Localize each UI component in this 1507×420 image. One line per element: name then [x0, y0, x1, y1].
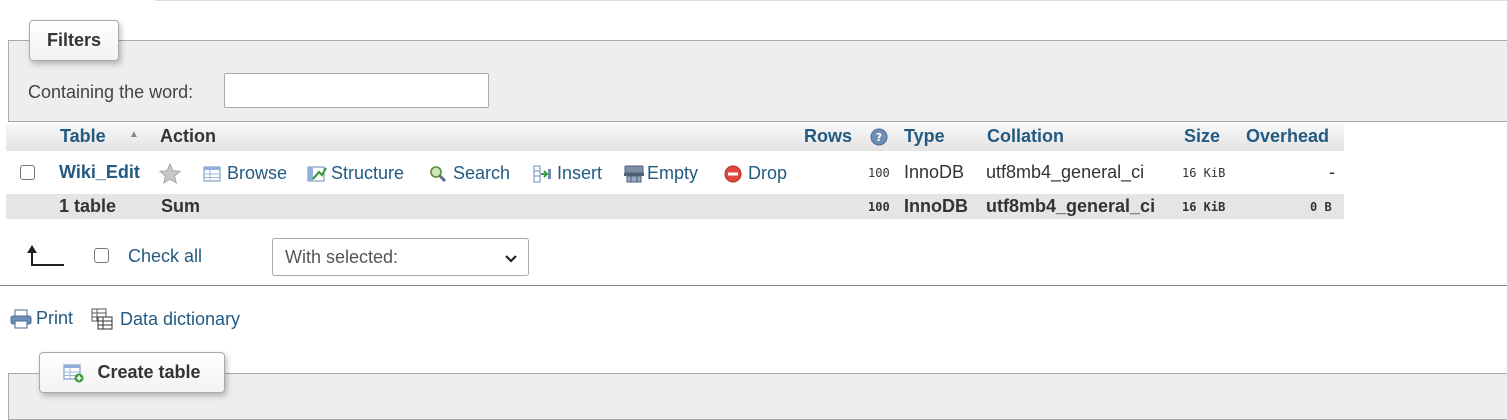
create-table-fieldset — [8, 373, 1507, 420]
sort-asc-icon: ▲ — [129, 129, 139, 140]
browse-label: Browse — [227, 163, 288, 183]
print-label: Print — [36, 308, 74, 328]
drop-action[interactable]: Drop — [724, 163, 787, 184]
top-divider — [155, 0, 1507, 1]
drop-label: Drop — [748, 163, 788, 183]
help-icon[interactable]: ? — [870, 128, 888, 151]
browse-action[interactable]: Browse — [203, 163, 287, 184]
header-rows[interactable]: Rows — [804, 126, 852, 147]
empty-icon — [623, 165, 644, 183]
table-footer: 1 table Sum 100 InnoDB utf8mb4_general_c… — [6, 194, 1344, 219]
footer-type: InnoDB — [904, 196, 968, 216]
header-overhead[interactable]: Overhead — [1246, 126, 1329, 147]
footer-sum: Sum — [161, 196, 201, 216]
empty-label: Empty — [647, 163, 699, 183]
insert-action[interactable]: Insert — [533, 163, 602, 184]
structure-action[interactable]: Structure — [307, 163, 404, 184]
row-checkbox[interactable] — [20, 165, 35, 180]
header-action: Action — [160, 126, 216, 146]
footer-collation: utf8mb4_general_ci — [986, 196, 1156, 216]
header-size[interactable]: Size — [1184, 126, 1220, 147]
svg-text:?: ? — [876, 131, 882, 144]
with-selected-value: With selected: — [285, 246, 399, 267]
create-table-icon — [63, 363, 85, 383]
filters-legend: Filters — [29, 20, 119, 61]
check-all-checkbox[interactable] — [94, 248, 109, 263]
check-all-label[interactable]: Check all — [128, 246, 202, 267]
table-row: Wiki_Edit Browse Structure Search Insert… — [6, 156, 1344, 190]
favorite-star-icon[interactable] — [158, 162, 182, 190]
insert-icon — [533, 165, 551, 183]
data-dictionary-label: Data dictionary — [120, 308, 241, 329]
print-icon — [10, 309, 32, 329]
create-table-label: Create table — [97, 362, 201, 382]
header-collation[interactable]: Collation — [987, 126, 1064, 147]
with-selected-select[interactable]: With selected: — [272, 238, 529, 276]
row-type: InnoDB — [904, 162, 965, 182]
browse-icon — [203, 165, 221, 183]
empty-action[interactable]: Empty — [623, 163, 698, 184]
footer-count: 1 table — [59, 196, 117, 216]
footer-rows: 100 — [868, 200, 890, 214]
insert-label: Insert — [557, 163, 603, 183]
print-link[interactable]: Print — [10, 308, 73, 329]
footer-size: 16 KiB — [1182, 200, 1226, 214]
structure-icon — [307, 165, 327, 183]
filter-input[interactable] — [224, 73, 489, 108]
row-overhead: - — [1329, 162, 1335, 182]
drop-icon — [724, 165, 742, 183]
row-count: 100 — [868, 166, 890, 180]
arrow-ltr-icon — [20, 244, 66, 268]
structure-label: Structure — [331, 163, 405, 183]
header-type[interactable]: Type — [904, 126, 945, 147]
filter-label: Containing the word: — [28, 82, 194, 102]
create-table-legend: Create table — [39, 352, 225, 393]
row-size[interactable]: 16 KiB — [1182, 166, 1225, 180]
data-dictionary-link[interactable]: Data dictionary — [90, 308, 240, 330]
section-divider — [0, 285, 1507, 286]
search-label: Search — [453, 163, 511, 183]
header-table[interactable]: Table — [60, 126, 106, 147]
data-dictionary-icon — [90, 308, 116, 330]
chevron-down-icon — [504, 250, 518, 271]
footer-overhead: 0 B — [1310, 200, 1332, 214]
search-icon — [429, 165, 447, 183]
table-header: Table ▲ Action Rows ? Type Collation Siz… — [6, 124, 1344, 151]
table-name-link[interactable]: Wiki_Edit — [59, 162, 140, 183]
row-collation: utf8mb4_general_ci — [986, 162, 1145, 182]
search-action[interactable]: Search — [429, 163, 510, 184]
